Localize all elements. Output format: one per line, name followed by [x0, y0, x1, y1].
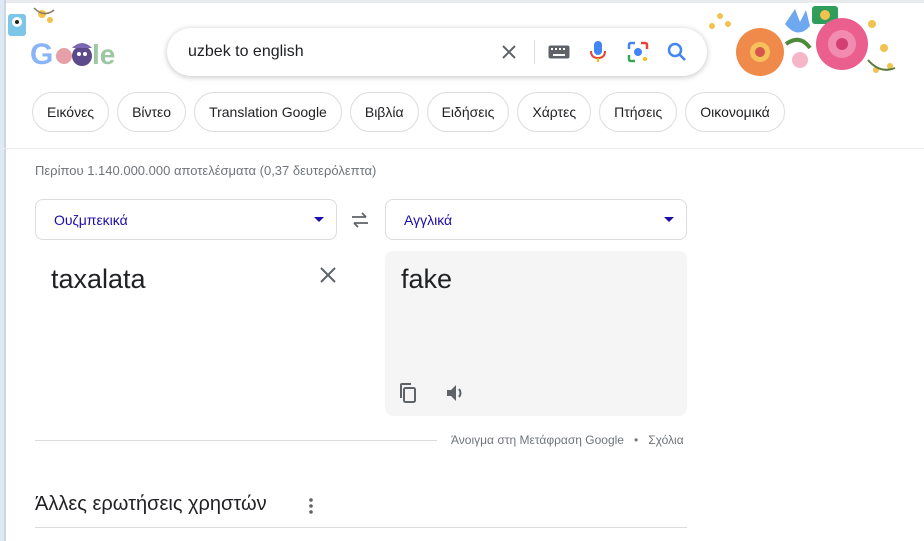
footer-separator: • [633, 433, 639, 447]
search-box-divider [534, 40, 535, 64]
source-language-select[interactable]: Ουζμπεκικά [35, 199, 337, 240]
header-divider [0, 148, 924, 149]
search-box[interactable]: uzbek to english [167, 28, 707, 76]
feedback-link[interactable]: Σχόλια [648, 433, 683, 447]
svg-text:le: le [92, 39, 115, 70]
chip-videos[interactable]: Βίντεο [117, 92, 187, 132]
chip-books[interactable]: Βιβλία [349, 92, 419, 132]
speaker-icon[interactable] [444, 382, 466, 404]
swap-languages-icon[interactable] [348, 208, 372, 232]
mic-icon[interactable] [586, 40, 610, 64]
open-google-translate-link[interactable]: Άνοιγμα στη Μετάφραση Google [451, 433, 624, 447]
search-filter-chips: Εικόνες Βίντεο Translation Google Βιβλία… [32, 92, 785, 132]
people-also-ask-heading: Άλλες ερωτήσεις χρηστών [35, 493, 267, 515]
window-edge [0, 0, 6, 541]
translate-footer: Άνοιγμα στη Μετάφραση Google • Σχόλια [451, 433, 684, 447]
source-language-label: Ουζμπεκικά [54, 211, 128, 228]
svg-text:G: G [30, 38, 53, 71]
translate-footer-divider [35, 440, 437, 441]
target-language-label: Αγγλικά [404, 211, 453, 228]
lens-icon[interactable] [626, 40, 650, 64]
source-text-input[interactable]: taxalata [51, 264, 146, 295]
chip-news[interactable]: Ειδήσεις [426, 92, 510, 132]
chip-translation-google[interactable]: Translation Google [194, 92, 342, 132]
people-also-ask-divider [35, 527, 687, 528]
chevron-down-icon [664, 217, 674, 222]
chip-finance[interactable]: Οικονομικά [685, 92, 785, 132]
chip-images[interactable]: Εικόνες [32, 92, 110, 132]
copy-icon[interactable] [397, 382, 419, 404]
search-input[interactable]: uzbek to english [188, 43, 304, 61]
top-border [0, 0, 924, 3]
translation-output-panel: fake [385, 251, 687, 416]
close-icon[interactable] [316, 263, 340, 287]
keyboard-icon[interactable] [547, 40, 571, 64]
google-logo[interactable]: G le [30, 34, 130, 74]
doodle-decoration-right [709, 6, 896, 76]
translation-output-text: fake [401, 264, 453, 294]
clear-icon[interactable] [497, 40, 521, 64]
target-language-select[interactable]: Αγγλικά [385, 199, 687, 240]
chevron-down-icon [314, 217, 324, 222]
more-options-icon[interactable] [302, 497, 320, 515]
search-icon[interactable] [665, 40, 689, 64]
chip-maps[interactable]: Χάρτες [517, 92, 592, 132]
result-stats: Περίπου 1.140.000.000 αποτελέσματα (0,37… [35, 163, 377, 178]
chip-flights[interactable]: Πτήσεις [599, 92, 678, 132]
